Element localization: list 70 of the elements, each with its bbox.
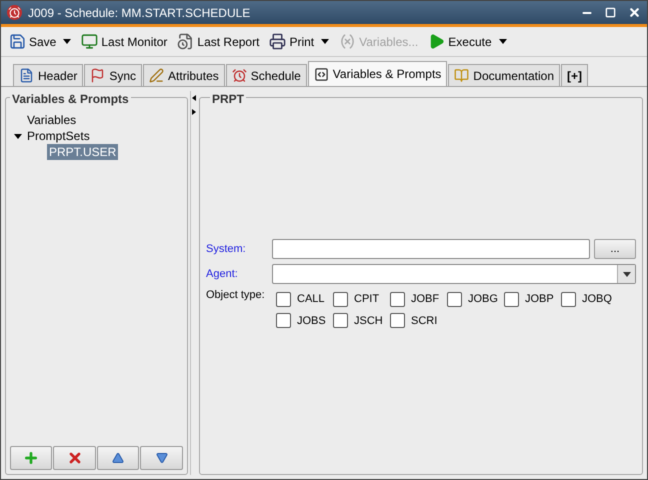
checkbox-label: CALL: [297, 292, 325, 307]
down-triangle-icon: [154, 452, 170, 464]
printer-icon: [269, 33, 286, 50]
tab[interactable]: [+]: [561, 64, 588, 86]
tab[interactable]: Header: [13, 64, 84, 86]
browse-button[interactable]: ...: [594, 239, 636, 259]
tab[interactable]: Variables & Prompts: [308, 61, 448, 86]
toolbar-button[interactable]: Execute: [428, 32, 492, 50]
dropdown-caret-icon: [622, 272, 630, 276]
pen-icon: [149, 68, 164, 83]
checkbox[interactable]: [447, 292, 462, 307]
checkbox[interactable]: [390, 292, 405, 307]
toolbar-button[interactable]: Print: [269, 32, 314, 50]
monitor-icon: [81, 33, 98, 50]
add-button[interactable]: [10, 446, 52, 470]
tree-item[interactable]: PRPT.USER: [47, 144, 118, 160]
checkbox[interactable]: [504, 292, 519, 307]
save-icon: [9, 33, 26, 50]
move-up-button[interactable]: [96, 446, 140, 470]
tab[interactable]: Attributes: [143, 64, 225, 86]
field-label: Object type:: [206, 288, 266, 303]
code-window-icon: [314, 66, 329, 82]
report-icon: [177, 33, 194, 50]
field-label: Agent:: [206, 266, 239, 282]
checkbox[interactable]: [276, 292, 291, 307]
toolbar-button[interactable]: Last Monitor: [81, 32, 168, 50]
checkbox-label: SCRI: [411, 314, 438, 328]
checkbox[interactable]: [390, 313, 405, 328]
maximize-icon[interactable]: [605, 7, 616, 18]
up-triangle-icon: [110, 452, 126, 464]
checkbox[interactable]: [333, 292, 348, 307]
dropdown-caret-icon[interactable]: [321, 39, 330, 44]
flag-icon: [90, 68, 106, 83]
dropdown-caret-icon[interactable]: [498, 39, 507, 44]
checkbox-label: CPIT: [354, 292, 380, 307]
checkbox-label: JOBQ: [582, 292, 610, 307]
checkbox-label: JOBG: [468, 292, 496, 307]
toolbar-button[interactable]: Last Report: [177, 32, 260, 50]
dropdown-caret-icon[interactable]: [63, 39, 72, 44]
play-icon: [428, 33, 446, 50]
delete-button[interactable]: [53, 446, 96, 470]
checkbox[interactable]: [333, 313, 348, 328]
delete-icon: [66, 450, 83, 466]
field-label: System:: [206, 242, 247, 257]
system-field[interactable]: [272, 239, 590, 259]
agent-dropdown[interactable]: [272, 264, 636, 284]
close-icon[interactable]: [628, 6, 641, 19]
checkbox[interactable]: [561, 292, 576, 307]
alarm-clock-icon: [7, 5, 22, 20]
checkbox-label: JSCH: [354, 314, 382, 328]
move-down-button[interactable]: [140, 446, 183, 470]
document-icon: [19, 68, 34, 83]
variable-icon: [339, 33, 356, 50]
book-icon: [454, 68, 470, 83]
checkbox-label: JOBF: [411, 292, 439, 307]
checkbox-label: JOBP: [525, 292, 553, 307]
alarm-clock-icon: [232, 68, 247, 83]
plus-icon: [23, 450, 40, 466]
tab[interactable]: Schedule: [226, 64, 307, 86]
checkbox[interactable]: [276, 313, 291, 328]
tree-item[interactable]: PromptSets: [25, 128, 92, 144]
tab[interactable]: Documentation: [448, 64, 560, 86]
expander-icon[interactable]: [14, 134, 22, 138]
collapse-arrow-icon[interactable]: [192, 95, 196, 101]
window-title: J009 - Schedule: MM.START.SCHEDULE: [28, 4, 252, 22]
tab[interactable]: Sync: [84, 64, 142, 86]
expand-arrow-icon[interactable]: [192, 109, 196, 115]
tree-item[interactable]: Variables: [25, 112, 78, 128]
toolbar-button[interactable]: Save: [9, 32, 56, 50]
checkbox-label: JOBS: [297, 314, 325, 328]
